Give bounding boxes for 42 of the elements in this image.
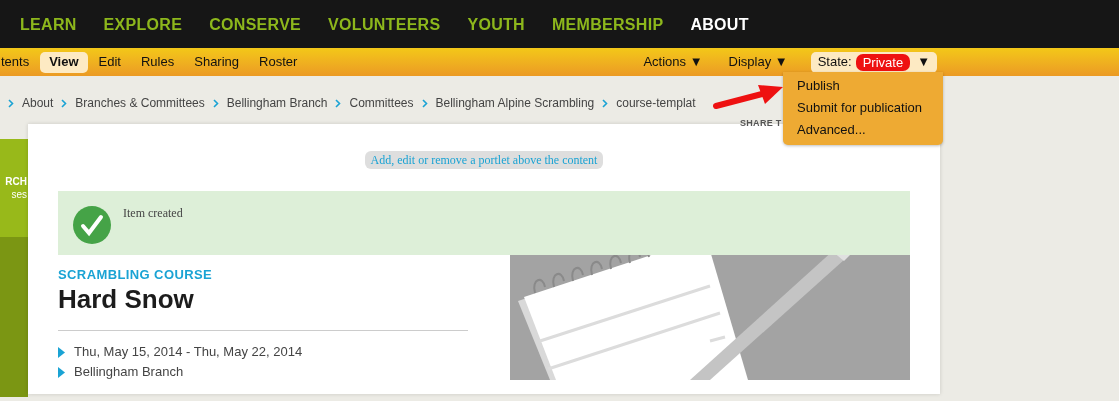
toolbar-tab[interactable]: View	[40, 51, 88, 73]
state-menu[interactable]: State: Private ▼	[810, 51, 937, 73]
sidebar-text: ses	[11, 188, 27, 201]
nav-link[interactable]: EXPLORE	[103, 13, 183, 37]
nav-link[interactable]: MEMBERSHIP	[551, 13, 664, 37]
bullet-icon	[58, 366, 65, 378]
toolbar-tab[interactable]: Edit	[89, 51, 130, 73]
sidebar-text: RCH	[5, 175, 27, 188]
chevron-icon	[335, 98, 342, 108]
event-category: SCRAMBLING COURSE	[58, 267, 214, 283]
breadcrumb-link[interactable]: course-templat	[616, 94, 696, 112]
toolbar-tab[interactable]: Rules	[132, 51, 184, 73]
chevron-icon	[61, 98, 68, 108]
chevron-icon	[602, 98, 609, 108]
nav-link[interactable]: LEARN	[20, 13, 77, 37]
dropdown-item[interactable]: Submit for publication	[797, 98, 929, 117]
dropdown-item[interactable]: Advanced...	[797, 120, 929, 139]
nav-link[interactable]: YOUTH	[467, 13, 525, 37]
bullet-icon	[58, 346, 65, 358]
chevron-icon	[8, 98, 14, 108]
breadcrumb-link[interactable]: Bellingham Branch	[226, 94, 328, 112]
check-icon	[73, 206, 111, 244]
breadcrumb-link[interactable]: Branches & Committees	[75, 94, 205, 112]
toolbar-menu[interactable]: Display ▼	[719, 51, 797, 73]
breadcrumb-link[interactable]: Bellingham Alpine Scrambling	[435, 94, 595, 112]
breadcrumb-link[interactable]: Committees	[349, 94, 414, 112]
toolbar-tab[interactable]: tents	[0, 51, 39, 73]
toolbar-tab[interactable]: Sharing	[185, 51, 249, 73]
chevron-icon	[212, 98, 219, 108]
alert-message: Item created	[123, 205, 183, 222]
event-detail: Bellingham Branch	[74, 363, 184, 381]
toolbar-menu[interactable]: Actions ▼	[634, 51, 712, 73]
nav-link[interactable]: ABOUT	[690, 13, 749, 37]
nav-link[interactable]: CONSERVE	[209, 13, 302, 37]
chevron-icon	[421, 98, 428, 108]
nav-link[interactable]: VOLUNTEERS	[328, 13, 441, 37]
toolbar-tab[interactable]: Roster	[250, 51, 307, 73]
dropdown-item[interactable]: Publish	[797, 76, 929, 95]
breadcrumb-link[interactable]: About	[22, 94, 54, 112]
event-detail: Thu, May 15, 2014 - Thu, May 22, 2014	[74, 343, 303, 361]
share-label: SHARE T	[740, 117, 782, 130]
event-title: Hard Snow	[58, 283, 195, 315]
